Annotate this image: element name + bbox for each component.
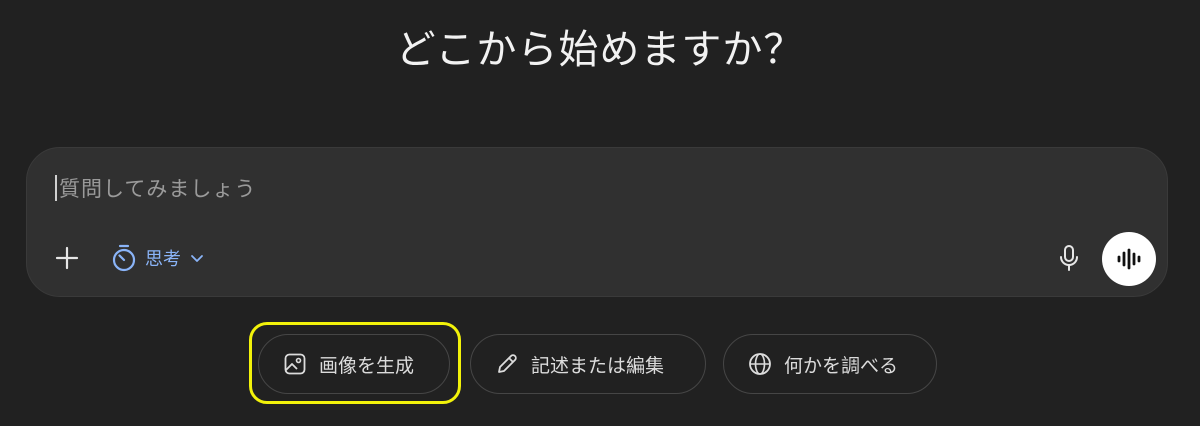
prompt-placeholder: 質問してみましょう (59, 177, 257, 201)
chevron-down-icon (189, 250, 205, 266)
app-page: どこから始めますか？ 質問してみましょう 思考 画像を生成 記述または編集 何か… (0, 0, 1200, 426)
microphone-icon (1058, 244, 1080, 272)
suggestion-label: 記述または編集 (531, 354, 665, 377)
voice-mode-button[interactable] (1102, 232, 1156, 286)
image-icon (283, 352, 307, 376)
timer-icon (111, 244, 137, 272)
prompt-input[interactable]: 質問してみましょう (55, 170, 955, 206)
plus-icon (55, 246, 79, 270)
dictation-button[interactable] (1051, 240, 1087, 276)
pencil-icon (495, 352, 519, 376)
suggestion-label: 画像を生成 (319, 354, 415, 377)
page-title: どこから始めますか？ (395, 27, 805, 73)
suggestion-generate-image[interactable]: 画像を生成 (258, 334, 450, 394)
add-attachment-button[interactable] (49, 240, 85, 276)
suggestion-label: 何かを調べる (784, 354, 899, 377)
suggestion-write-or-edit[interactable]: 記述または編集 (470, 334, 706, 394)
globe-icon (748, 352, 772, 376)
prompt-composer: 質問してみましょう 思考 (26, 147, 1168, 297)
think-mode-label: 思考 (145, 249, 181, 270)
suggestion-research[interactable]: 何かを調べる (723, 334, 937, 394)
waveform-icon (1116, 248, 1142, 270)
text-caret (55, 175, 57, 201)
think-mode-button[interactable]: 思考 (105, 238, 211, 278)
